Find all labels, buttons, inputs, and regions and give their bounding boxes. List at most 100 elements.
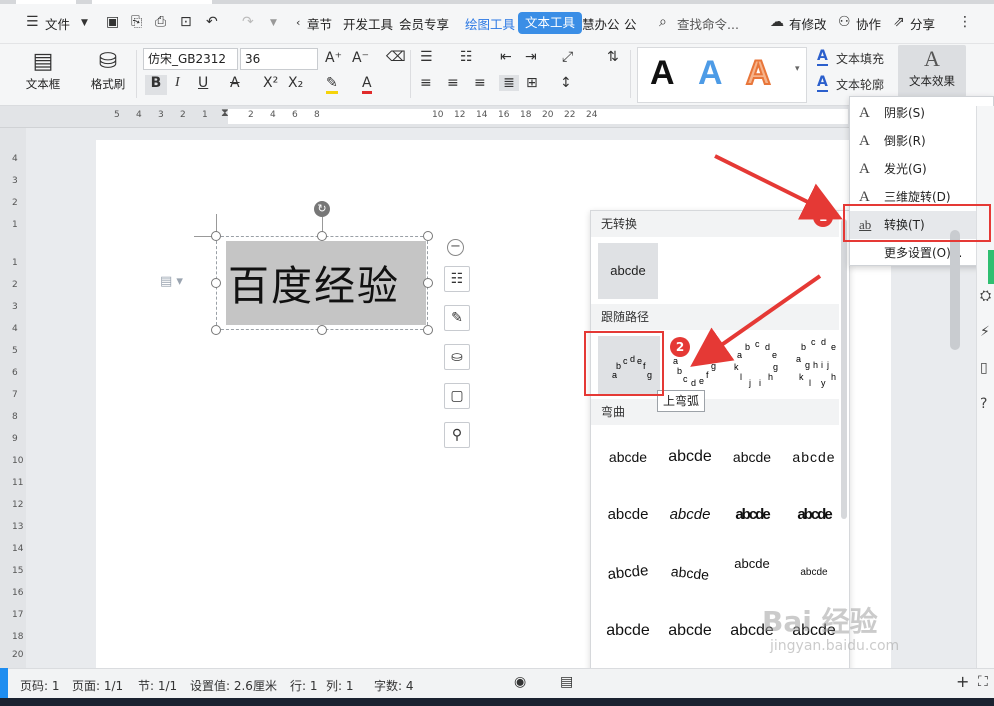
warp-option[interactable]: abcde <box>598 429 658 485</box>
page-view-icon[interactable]: ▤ <box>560 674 573 690</box>
horizontal-ruler[interactable]: 5 4 3 2 1 ⧗ 2 4 6 8 10 12 14 16 18 20 22… <box>0 106 994 128</box>
vertical-scrollbar[interactable] <box>950 230 960 350</box>
print-icon[interactable]: ⎙ <box>155 14 166 30</box>
undo-icon[interactable]: ↶ <box>206 14 218 30</box>
resize-handle-e[interactable] <box>423 278 433 288</box>
numbered-list-icon[interactable]: ☷ <box>460 49 473 65</box>
warp-option[interactable]: abcde <box>722 487 782 543</box>
text-outline-button[interactable]: 文本轮廓 <box>836 76 884 93</box>
resize-handle-se[interactable] <box>423 325 433 335</box>
tab-chapter[interactable]: 章节 <box>307 14 332 33</box>
tab-more[interactable]: 公 <box>624 14 637 33</box>
fill-bucket-icon[interactable]: ⛀ <box>444 344 470 370</box>
wordart-style-blue[interactable]: A <box>698 54 723 93</box>
warp-option[interactable]: abcde <box>722 429 782 485</box>
share-button[interactable]: 分享 <box>910 14 935 33</box>
subscript-icon[interactable]: X₂ <box>288 75 303 91</box>
text-fill-button[interactable]: 文本填充 <box>836 50 884 67</box>
menu-item-glow[interactable]: A 发光(G) ▸ <box>850 155 994 183</box>
distribute-icon[interactable]: ⊞ <box>526 75 538 91</box>
increase-font-icon[interactable]: A⁺ <box>325 50 342 66</box>
warp-option[interactable]: abcde <box>722 545 782 601</box>
wordart-style-orange[interactable]: A <box>745 53 772 93</box>
save-icon[interactable]: ▣ <box>106 14 119 30</box>
tab-developer[interactable]: 开发工具 <box>343 14 393 33</box>
reading-mode-icon[interactable]: ◉ <box>514 674 526 690</box>
highlight-icon[interactable]: ✎ <box>326 75 338 94</box>
collapse-float-toolbar-icon[interactable]: − <box>447 239 464 256</box>
collab-button[interactable]: 协作 <box>856 14 881 33</box>
warp-option[interactable]: abcde <box>598 487 658 543</box>
redo-icon[interactable]: ↷ <box>242 14 254 30</box>
indent-marker-icon[interactable]: ⧗ <box>221 106 229 120</box>
increase-indent-icon[interactable]: ⇥ <box>525 49 537 65</box>
tab-text-tools[interactable]: 文本工具 <box>518 12 583 34</box>
textbox-button[interactable]: ▤ 文本框 <box>18 48 68 92</box>
share-icon[interactable]: ⇗ <box>893 14 905 30</box>
warp-option[interactable]: abcde <box>784 429 844 485</box>
warp-option[interactable]: abcde <box>660 487 720 543</box>
menu-icon[interactable]: ☰ <box>26 14 39 30</box>
resize-handle-nw[interactable] <box>211 231 221 241</box>
border-icon[interactable]: ▢ <box>444 383 470 409</box>
bullet-list-icon[interactable]: ☰ <box>420 49 433 65</box>
warp-option[interactable]: abcde <box>598 545 658 601</box>
tab-office[interactable]: 慧办公 <box>582 14 620 33</box>
align-center-icon[interactable]: ≡ <box>447 75 459 91</box>
decrease-indent-icon[interactable]: ⇤ <box>500 49 512 65</box>
resize-handle-n[interactable] <box>317 231 327 241</box>
cloud-sync-icon[interactable]: ☁ <box>770 14 784 30</box>
text-fill-icon[interactable]: A <box>817 48 828 66</box>
file-menu[interactable]: 文件 <box>45 14 70 33</box>
vertical-ruler[interactable]: 4 3 2 1 1 2 3 4 5 6 7 8 9 10 11 12 13 14… <box>0 128 26 668</box>
justify-icon[interactable]: ≣ <box>499 75 519 91</box>
more-options-icon[interactable]: ⋮ <box>958 14 972 30</box>
align-right-icon[interactable]: ≡ <box>474 75 486 91</box>
export-pdf-icon[interactable]: ⎘ <box>131 14 142 30</box>
italic-icon[interactable]: I <box>175 75 180 91</box>
textbox-content[interactable]: 百度经验 <box>228 252 400 312</box>
no-transform-option[interactable]: abcde <box>598 243 658 299</box>
collab-icon[interactable]: ⚇ <box>838 14 851 30</box>
chevron-down-icon[interactable]: ▼ <box>81 18 88 28</box>
rotate-handle-icon[interactable]: ↻ <box>314 201 330 217</box>
warp-option[interactable]: abcde <box>784 487 844 543</box>
sort-icon[interactable]: ⇅ <box>607 49 619 65</box>
text-outline-icon[interactable]: A <box>817 74 828 92</box>
paragraph-handle-icon[interactable]: ▤ ▾ <box>160 274 183 289</box>
strikethrough-icon[interactable]: A <box>230 75 240 91</box>
side-tool-icon[interactable]: ⛭ <box>980 288 991 304</box>
text-direction-icon[interactable]: ⤢ <box>562 49 573 65</box>
chevron-down-icon[interactable]: ▼ <box>270 18 277 28</box>
layout-options-icon[interactable]: ☷ <box>444 266 470 292</box>
tab-drawing-tools[interactable]: 绘图工具 <box>465 14 515 33</box>
chevron-left-icon[interactable]: ‹ <box>296 16 300 29</box>
align-left-icon[interactable]: ≡ <box>420 75 432 91</box>
resize-handle-sw[interactable] <box>211 325 221 335</box>
gallery-scrollbar[interactable] <box>841 219 847 519</box>
underline-icon[interactable]: U <box>198 75 208 91</box>
resize-handle-w[interactable] <box>211 278 221 288</box>
search-input[interactable]: 查找命令... <box>677 14 739 33</box>
font-color-icon[interactable]: A <box>362 75 372 94</box>
decrease-font-icon[interactable]: A⁻ <box>352 50 369 66</box>
tab-member[interactable]: 会员专享 <box>399 14 449 33</box>
warp-option[interactable]: abcde <box>660 429 720 485</box>
clear-format-icon[interactable]: ⌫ <box>386 49 406 65</box>
text-effect-button[interactable]: A 文本效果 <box>898 45 966 97</box>
side-tool-icon[interactable]: ⚡ <box>980 324 990 340</box>
print-preview-icon[interactable]: ⊡ <box>180 14 192 30</box>
resize-handle-ne[interactable] <box>423 231 433 241</box>
warp-option[interactable]: abcde <box>660 603 720 659</box>
warp-option[interactable]: abcde <box>784 545 844 601</box>
fullscreen-icon[interactable]: ⛶ <box>978 674 988 690</box>
wordart-style-gallery[interactable]: A A A <box>637 47 807 103</box>
superscript-icon[interactable]: X² <box>263 75 278 91</box>
idea-bulb-icon[interactable]: ⚲ <box>444 422 470 448</box>
pen-style-icon[interactable]: ✎ <box>444 305 470 331</box>
menu-item-shadow[interactable]: A 阴影(S) ▸ <box>850 99 994 127</box>
resize-handle-s[interactable] <box>317 325 327 335</box>
font-size-select[interactable]: 36 <box>240 48 318 70</box>
warp-option[interactable]: abcde <box>598 603 658 659</box>
help-icon[interactable]: ? <box>980 396 987 412</box>
